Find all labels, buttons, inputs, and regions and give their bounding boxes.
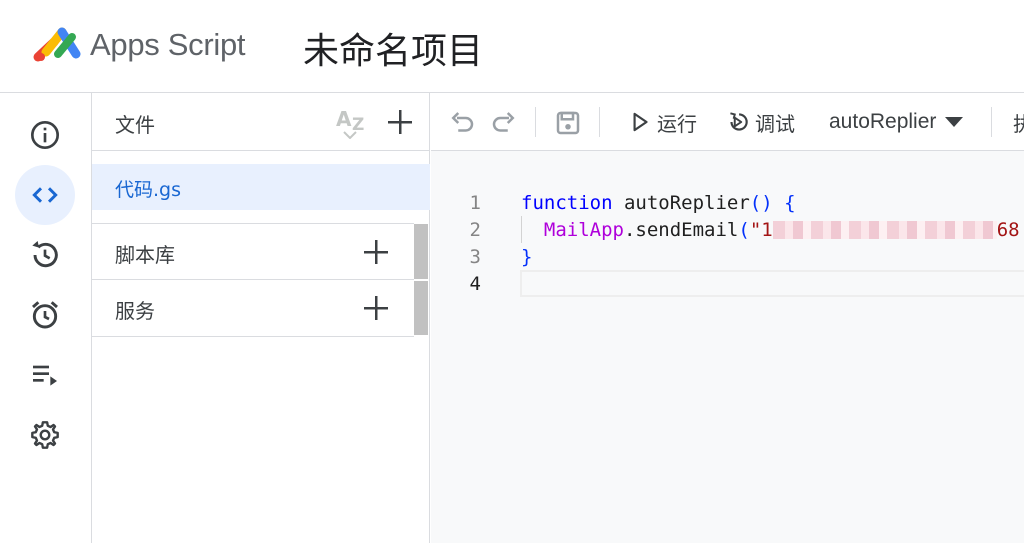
editor-area: 运行 调试 autoReplier 执 1 function autoRepli…: [431, 93, 1024, 543]
add-library-button[interactable]: [360, 236, 392, 268]
add-service-button[interactable]: [360, 292, 392, 324]
undo-icon[interactable]: [447, 108, 477, 138]
files-header: 文件 A Z: [92, 93, 430, 151]
code-line: 2 MailApp.sendEmail("1 68: [431, 216, 1024, 243]
app-name: Apps Script: [90, 27, 246, 62]
function-select-value: autoReplier: [829, 110, 937, 133]
libraries-section: 脚本库: [92, 223, 414, 280]
line-number: 4: [469, 273, 481, 295]
code-editor[interactable]: 1 function autoReplier() { 2 MailApp.sen…: [431, 151, 1024, 543]
rail-editor-button[interactable]: [15, 165, 75, 225]
info-icon: [31, 121, 59, 149]
code-text: function autoReplier() {: [521, 192, 796, 214]
rail-triggers-button[interactable]: [15, 285, 75, 345]
execution-log-button[interactable]: 执: [1013, 108, 1024, 137]
history-icon: [32, 241, 58, 268]
app-header: Apps Script 未命名项目: [0, 0, 1024, 93]
toolbar-divider: [599, 107, 600, 137]
editor-toolbar: 运行 调试 autoReplier 执: [431, 93, 1024, 151]
debug-icon: [730, 112, 748, 131]
run-button[interactable]: 运行: [627, 107, 697, 137]
files-panel: 文件 A Z 代码.gs 脚本库 服务: [92, 93, 430, 543]
services-scrollbar[interactable]: [414, 281, 428, 335]
toolbar-divider: [991, 107, 992, 137]
playlist-icon: [33, 365, 57, 386]
alarm-icon: [32, 301, 58, 329]
gear-icon: [31, 421, 59, 449]
project-title[interactable]: 未命名项目: [303, 22, 483, 74]
function-select[interactable]: autoReplier: [829, 107, 964, 137]
toolbar-divider: [535, 107, 536, 137]
current-line-highlight: [520, 270, 1024, 297]
code-line: 1 function autoReplier() {: [431, 189, 1024, 216]
redo-icon[interactable]: [489, 108, 519, 138]
rail-executions-list-button[interactable]: [15, 345, 75, 405]
play-icon: [633, 112, 648, 132]
code-line: 4: [431, 270, 1024, 297]
dropdown-arrow-icon: [945, 117, 964, 127]
code-text: }: [521, 246, 533, 268]
add-file-button[interactable]: [384, 106, 416, 138]
libraries-label: 脚本库: [115, 243, 175, 267]
rail-executions-button[interactable]: [15, 225, 75, 285]
services-label: 服务: [115, 299, 155, 323]
debug-label: 调试: [755, 111, 795, 136]
svg-text:A: A: [336, 107, 352, 131]
save-icon[interactable]: [553, 108, 583, 138]
run-label: 运行: [657, 111, 697, 136]
svg-text:Z: Z: [352, 115, 364, 135]
code-line: 3 }: [431, 243, 1024, 270]
code-text: MailApp.sendEmail("1 68: [543, 219, 1020, 241]
code-icon: [32, 187, 58, 203]
line-number: 2: [469, 219, 481, 241]
file-item[interactable]: 代码.gs: [92, 164, 430, 210]
rail-settings-button[interactable]: [15, 405, 75, 465]
line-number: 3: [469, 246, 481, 268]
services-section: 服务: [92, 280, 414, 337]
rail-overview-button[interactable]: [15, 105, 75, 165]
left-rail: [0, 93, 92, 543]
libraries-scrollbar[interactable]: [414, 224, 428, 279]
redacted-text: [772, 221, 997, 239]
files-label: 文件: [115, 113, 155, 137]
apps-script-logo-icon: [33, 27, 81, 62]
debug-button[interactable]: 调试: [725, 107, 795, 137]
file-name: 代码.gs: [115, 179, 181, 201]
sort-az-icon[interactable]: A Z: [334, 105, 370, 139]
line-number: 1: [469, 192, 481, 214]
